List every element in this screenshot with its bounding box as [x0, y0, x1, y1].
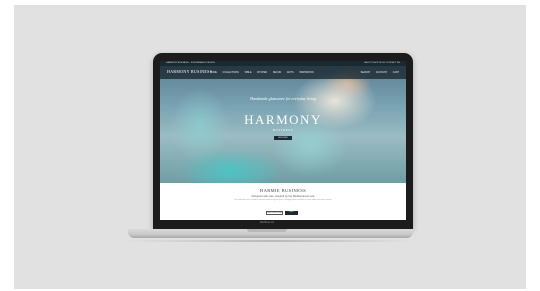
laptop-shadow	[126, 240, 416, 242]
nav-links: HOME COLLECTIONS TABLE KITCHEN DECOR GIF…	[210, 72, 319, 74]
nav-item-inspiration[interactable]: INSPIRATION	[299, 72, 314, 74]
our-collection-button[interactable]: OUR COLLECTION	[266, 211, 283, 215]
brand-logo[interactable]: HARMONY BUSINESS	[167, 69, 212, 74]
device-label: MacBook Air	[259, 221, 275, 224]
about-title: HARMIE BUSINESS	[259, 188, 307, 193]
shop-button[interactable]: SHOP	[285, 211, 298, 215]
account-link[interactable]: ACCOUNT	[376, 72, 387, 74]
nav-item-gifts[interactable]: GIFTS	[287, 72, 294, 74]
nav-item-decor[interactable]: DECOR	[273, 72, 281, 74]
nav-item-home[interactable]: HOME	[210, 72, 217, 74]
nav-item-table[interactable]: TABLE	[244, 72, 251, 74]
about-section: HARMIE BUSINESS Designed with care, insp…	[160, 183, 406, 220]
discover-button[interactable]: DISCOVER	[274, 136, 292, 140]
about-subtitle: Designed with care, inspired by the Medi…	[251, 195, 315, 198]
nav-utilities: SEARCH ACCOUNT CART	[356, 72, 399, 74]
hero-subtitle: BUSINESS	[272, 128, 294, 132]
search-link[interactable]: SEARCH	[361, 72, 371, 74]
main-navigation: HARMONY BUSINESS HOME COLLECTIONS TABLE …	[160, 66, 406, 79]
hero-tagline: Handmade glassware for everyday living	[250, 96, 316, 101]
about-body: Our collections are crafted by artisans …	[233, 199, 333, 201]
nav-item-kitchen[interactable]: KITCHEN	[257, 72, 267, 74]
hero-title: HARMONY	[244, 112, 322, 127]
cart-link[interactable]: CART	[393, 72, 399, 74]
nav-item-collections[interactable]: COLLECTIONS	[223, 72, 239, 74]
hero-banner: Handmade glassware for everyday living H…	[160, 66, 406, 183]
laptop-notch	[247, 229, 287, 232]
laptop-screen: Handmade glassware for everyday living H…	[160, 61, 406, 220]
